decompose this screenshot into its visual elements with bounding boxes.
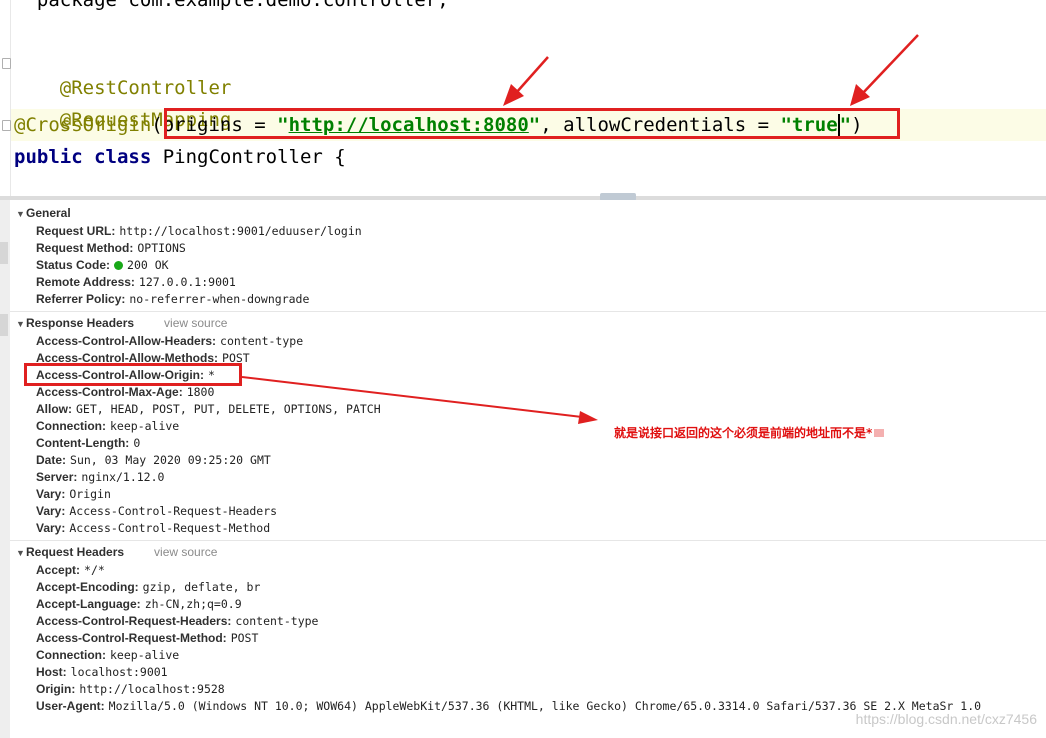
annotation-note: 就是说接口返回的这个必须是前端的地址而不是* <box>614 424 885 441</box>
arrow-to-origins-icon <box>503 56 549 106</box>
watermark: https://blog.csdn.net/cxz7456 <box>855 711 1037 727</box>
arrow-to-note-icon <box>241 376 598 424</box>
annotation-note-text: 就是说接口返回的这个必须是前端的地址而不是* <box>614 426 873 440</box>
flag-icon <box>874 429 885 437</box>
annotation-arrows <box>241 34 919 424</box>
arrow-to-credentials-icon <box>850 34 919 106</box>
